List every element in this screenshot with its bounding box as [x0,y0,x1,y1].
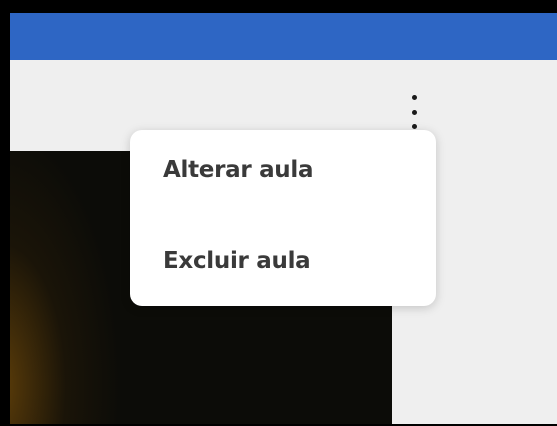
app-frame: Alterar aula Excluir aula [10,13,557,424]
vertical-ellipsis-icon-dot [411,109,417,115]
top-app-bar [10,13,557,60]
lesson-context-menu: Alterar aula Excluir aula [130,130,436,306]
more-options-button[interactable] [406,95,422,129]
vertical-ellipsis-icon [411,95,417,100]
menu-item-edit-lesson[interactable]: Alterar aula [163,157,314,183]
menu-item-delete-lesson[interactable]: Excluir aula [163,248,311,274]
vertical-ellipsis-icon-dot [411,124,417,129]
